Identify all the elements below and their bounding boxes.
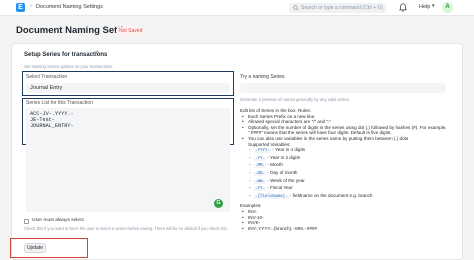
variables-list: .YYYY. - Year in 4 digits .YY. - Year in… xyxy=(240,147,455,200)
user-must-select-label: User must always select xyxy=(32,218,84,223)
notification-bell-icon[interactable] xyxy=(399,3,407,12)
search-input[interactable]: Search or type a command (Ctrl + G) xyxy=(301,5,383,11)
chevron-down-icon: ▾ xyxy=(432,3,435,9)
examples-list: INV- INV-10- INVK- INV-.YYYY.-.{branch}.… xyxy=(240,209,455,231)
variable-item: .DD. - Day of month xyxy=(240,170,455,178)
variable-item: .YYYY. - Year in 4 digits xyxy=(240,147,455,155)
variable-item: .YY. - Year in 2 digits xyxy=(240,155,455,163)
naming-rules-help: Edit list of Series in the box. Rules: E… xyxy=(240,108,455,231)
variable-desc: - fieldname on the document e.g. branch xyxy=(288,192,373,198)
search-icon xyxy=(293,5,299,11)
user-must-select-help: Check this if you want to force the user… xyxy=(24,226,229,231)
help-menu[interactable]: Help xyxy=(419,4,430,10)
try-naming-series-label: Try a naming Series xyxy=(240,74,285,80)
navbar: E › Document Naming Settings Search or t… xyxy=(0,0,474,16)
chevron-up-icon[interactable]: ^ xyxy=(96,51,99,57)
try-naming-series-input[interactable] xyxy=(240,83,446,93)
example-item: INV-.YYYY.-.{branch}.-.MM.-.#### xyxy=(240,226,455,232)
select-transaction-field[interactable]: Journal Entry xyxy=(26,83,230,93)
rules-list: Each Series Prefix on a new line. Allowe… xyxy=(240,114,455,142)
try-naming-series-help: Generate 3 preview of names generally by… xyxy=(240,97,350,102)
variable-desc: - Month xyxy=(266,162,283,168)
series-list-textarea[interactable]: ACC-JV-.YYYY.- JE-Test- JOURNAL_ENTRY- xyxy=(26,108,230,212)
grammarly-icon[interactable]: G xyxy=(214,199,223,208)
variable-desc: - Week of the year xyxy=(266,177,305,183)
breadcrumb[interactable]: Document Naming Settings xyxy=(36,4,103,10)
variable-desc: - Year in 4 digits xyxy=(271,147,306,153)
search-bar[interactable]: Search or type a command (Ctrl + G) xyxy=(289,3,386,13)
variable-code: .YY. xyxy=(254,156,267,161)
variable-code: .MM. xyxy=(254,164,267,169)
chevron-right-icon: › xyxy=(30,3,32,9)
variable-code: .{fieldname}. xyxy=(254,194,289,199)
section-title[interactable]: Setup Series for transactions xyxy=(24,52,107,58)
select-transaction-label: Select Transaction xyxy=(26,74,68,80)
app-logo[interactable]: E xyxy=(16,3,25,12)
update-button-highlight xyxy=(10,238,88,258)
series-list-label: Series List for this Transaction xyxy=(26,100,93,106)
status-badge: Not Saved xyxy=(116,27,146,35)
variable-code: .FY. xyxy=(254,187,267,192)
variable-item: .{fieldname}. - fieldname on the documen… xyxy=(240,193,455,201)
variable-code: .YYYY. xyxy=(254,149,272,154)
avatar[interactable]: A xyxy=(442,2,453,13)
update-button[interactable]: Update xyxy=(24,243,46,253)
rule-item: You can also use variables in the series… xyxy=(240,136,455,142)
section-description: Set Naming Series options on your transa… xyxy=(24,64,113,69)
rule-item: Optionally, set the number of digits in … xyxy=(240,125,455,136)
variable-desc: - Day of month xyxy=(266,169,298,175)
variable-code: .WW. xyxy=(254,179,267,184)
variable-item: .MM. - Month xyxy=(240,162,455,170)
variable-desc: - Year in 2 digits xyxy=(266,154,301,160)
variable-item: .FY. - Fiscal Year xyxy=(240,185,455,193)
variable-desc: - Fiscal Year xyxy=(266,185,293,191)
variable-item: .WW. - Week of the year xyxy=(240,178,455,186)
variable-code: .DD. xyxy=(254,171,267,176)
user-must-select-checkbox[interactable] xyxy=(24,219,29,224)
